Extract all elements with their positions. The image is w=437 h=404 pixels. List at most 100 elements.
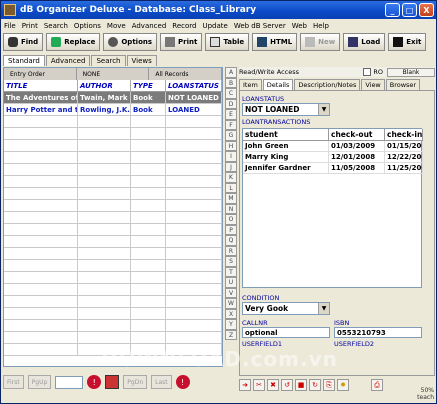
menu-web[interactable]: Web: [289, 22, 310, 30]
column-title[interactable]: TITLE: [4, 80, 78, 91]
arrow-left-icon[interactable]: ➜: [239, 379, 251, 391]
new-button[interactable]: New: [300, 33, 341, 51]
letter-button[interactable]: H: [225, 140, 237, 151]
menu-options[interactable]: Options: [71, 22, 104, 30]
tab-details[interactable]: Details: [262, 79, 294, 90]
tab-item[interactable]: Item: [239, 79, 262, 90]
tab-views[interactable]: Views: [126, 55, 157, 66]
empty-row[interactable]: [4, 176, 222, 188]
letter-button[interactable]: P: [225, 224, 237, 235]
letter-button[interactable]: O: [225, 214, 237, 225]
letter-button[interactable]: C: [225, 88, 237, 99]
pgdn-button[interactable]: PgDn: [123, 375, 148, 389]
close-button[interactable]: X: [419, 3, 434, 17]
empty-row[interactable]: [4, 140, 222, 152]
options-button[interactable]: Options: [103, 33, 158, 51]
print-button[interactable]: Print: [160, 33, 203, 51]
chevron-down-icon[interactable]: ▼: [318, 303, 329, 314]
empty-row[interactable]: [4, 152, 222, 164]
letter-button[interactable]: X: [225, 308, 237, 319]
empty-row[interactable]: [4, 260, 222, 272]
alert-icon[interactable]: !: [175, 375, 190, 389]
letter-button[interactable]: T: [225, 266, 237, 277]
table-row[interactable]: Jennifer Gardner 11/05/2008 11/25/2008: [243, 163, 423, 174]
cut-icon[interactable]: ✂: [253, 379, 265, 391]
letter-button[interactable]: F: [225, 119, 237, 130]
menu-move[interactable]: Move: [104, 22, 129, 30]
menu-help[interactable]: Help: [310, 22, 332, 30]
tab-advanced[interactable]: Advanced: [45, 55, 91, 66]
tab-browser[interactable]: Browser: [385, 79, 421, 90]
letter-button[interactable]: E: [225, 109, 237, 120]
empty-row[interactable]: [4, 236, 222, 248]
table-button[interactable]: Table: [205, 33, 250, 51]
letter-button[interactable]: B: [225, 77, 237, 88]
lightbulb-icon[interactable]: ✹: [337, 379, 349, 391]
letter-button[interactable]: Z: [225, 329, 237, 340]
ro-checkbox[interactable]: [363, 68, 372, 76]
delete-icon[interactable]: ✖: [267, 379, 279, 391]
find-button[interactable]: Find: [3, 33, 44, 51]
isbn-field[interactable]: 0553210793: [334, 327, 422, 338]
replace-button[interactable]: Replace: [46, 33, 101, 51]
letter-button[interactable]: W: [225, 298, 237, 309]
empty-row[interactable]: [4, 296, 222, 308]
menu-web-db-server[interactable]: Web dB Server: [231, 22, 289, 30]
letter-button[interactable]: M: [225, 193, 237, 204]
column-loanstatus[interactable]: LOANSTATUS: [166, 80, 222, 91]
refresh-icon[interactable]: ↻: [309, 379, 321, 391]
empty-row[interactable]: [4, 284, 222, 296]
stop-icon[interactable]: !: [87, 375, 102, 389]
letter-button[interactable]: N: [225, 203, 237, 214]
letter-button[interactable]: I: [225, 151, 237, 162]
menu-print[interactable]: Print: [19, 22, 41, 30]
callnr-field[interactable]: optional: [242, 327, 330, 338]
blank-button[interactable]: Blank: [387, 67, 435, 77]
sort-none[interactable]: NONE: [77, 68, 150, 80]
load-button[interactable]: Load: [343, 33, 386, 51]
save-icon[interactable]: ■: [295, 379, 307, 391]
letter-button[interactable]: Y: [225, 319, 237, 330]
exit-button[interactable]: Exit: [388, 33, 427, 51]
empty-row[interactable]: [4, 320, 222, 332]
letter-button[interactable]: V: [225, 287, 237, 298]
tab-view[interactable]: View: [361, 79, 385, 90]
letter-button[interactable]: S: [225, 256, 237, 267]
sort-entry-order[interactable]: Entry Order: [4, 68, 77, 80]
minimize-button[interactable]: _: [385, 3, 400, 17]
chevron-down-icon[interactable]: ▼: [318, 104, 329, 115]
letter-button[interactable]: U: [225, 277, 237, 288]
table-row[interactable]: Harry Potter and the Rowling, J.K. Book …: [4, 104, 222, 116]
letter-button[interactable]: Q: [225, 235, 237, 246]
menu-file[interactable]: File: [1, 22, 19, 30]
tab-description-notes[interactable]: Description/Notes: [294, 79, 361, 90]
condition-select[interactable]: Very Gook ▼: [242, 302, 330, 315]
column-type[interactable]: TYPE: [131, 80, 166, 91]
print-record-icon[interactable]: ⎙: [371, 379, 383, 391]
empty-row[interactable]: [4, 200, 222, 212]
letter-button[interactable]: J: [225, 161, 237, 172]
html-button[interactable]: HTML: [252, 33, 298, 51]
column-author[interactable]: AUTHOR: [78, 80, 131, 91]
empty-row[interactable]: [4, 116, 222, 128]
loanstatus-select[interactable]: NOT LOANED ▼: [242, 103, 330, 116]
letter-button[interactable]: K: [225, 172, 237, 183]
column-student[interactable]: student: [243, 129, 329, 141]
empty-row[interactable]: [4, 272, 222, 284]
column-check-in[interactable]: check-in: [385, 129, 423, 141]
menu-search[interactable]: Search: [41, 22, 71, 30]
empty-row[interactable]: [4, 188, 222, 200]
menu-update[interactable]: Update: [199, 22, 230, 30]
tab-search[interactable]: Search: [91, 55, 126, 66]
tab-standard[interactable]: Standard: [3, 55, 45, 66]
empty-row[interactable]: [4, 332, 222, 344]
empty-row[interactable]: [4, 128, 222, 140]
empty-row[interactable]: [4, 224, 222, 236]
sort-all-records[interactable]: All Records: [149, 68, 223, 80]
column-check-out[interactable]: check-out: [329, 129, 385, 141]
empty-row[interactable]: [4, 164, 222, 176]
empty-row[interactable]: [4, 212, 222, 224]
letter-button[interactable]: G: [225, 130, 237, 141]
attachment-icon[interactable]: ⎘: [323, 379, 335, 391]
image-icon[interactable]: [105, 375, 120, 389]
